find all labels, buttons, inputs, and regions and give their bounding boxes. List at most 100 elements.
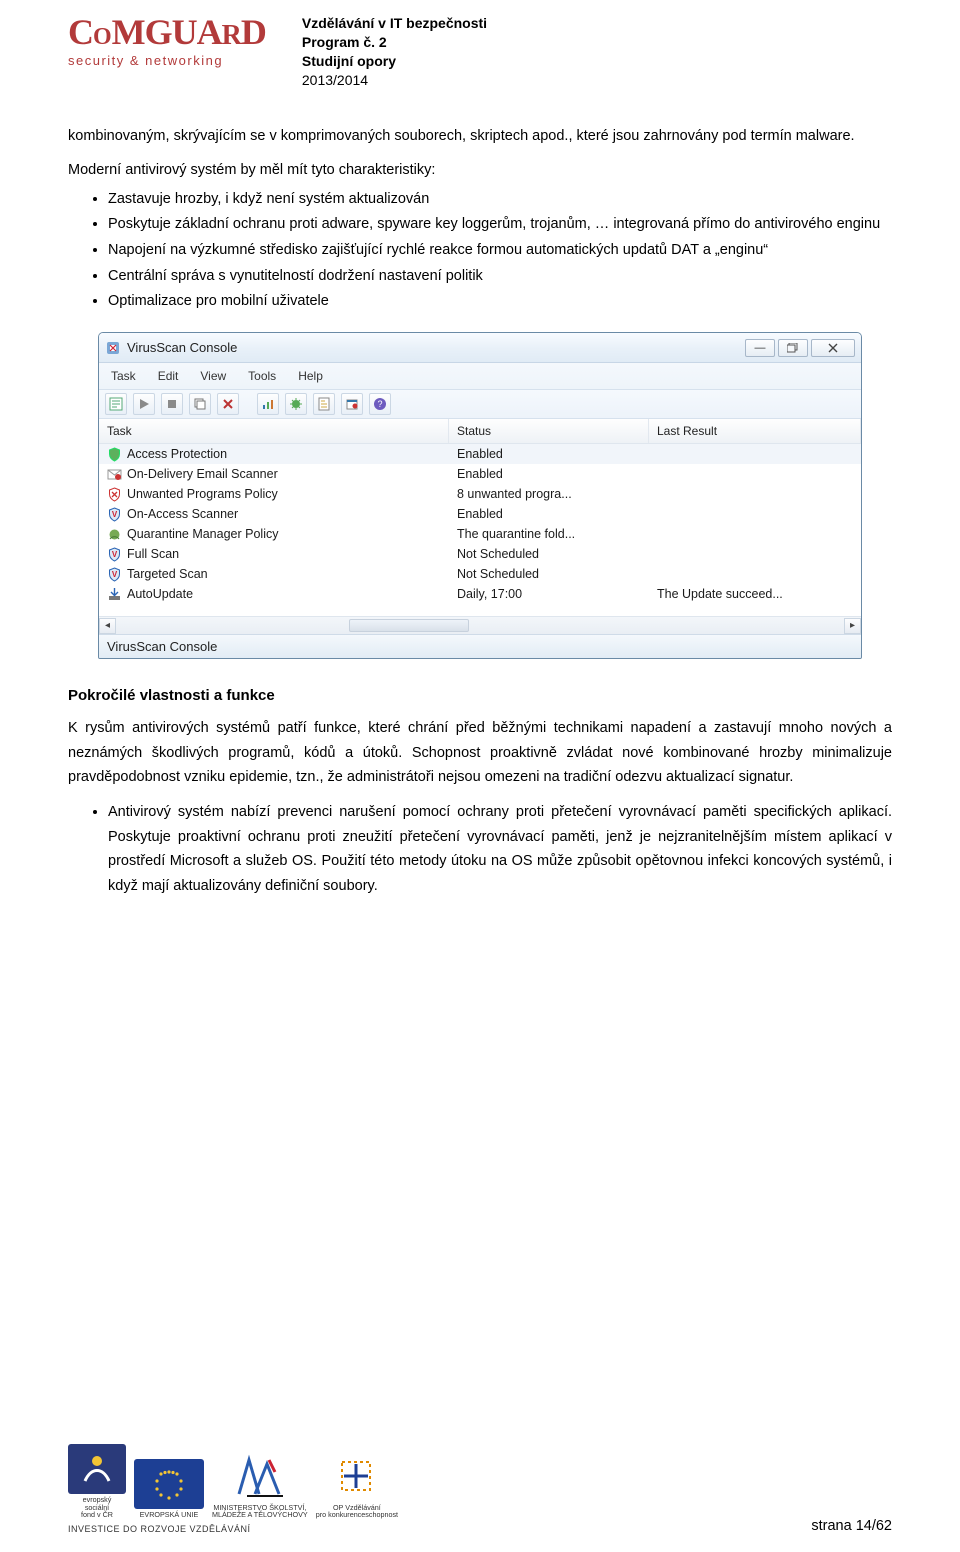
menu-help[interactable]: Help [296, 367, 325, 385]
shield-blue-v-icon: V [107, 547, 122, 562]
esf-logo: evropský sociální fond v ČR [68, 1444, 126, 1519]
column-task[interactable]: Task [99, 419, 449, 443]
scroll-right-arrow[interactable]: ▸ [844, 618, 861, 634]
menu-view[interactable]: View [198, 367, 228, 385]
log-icon[interactable] [313, 393, 335, 415]
list-item: Antivirový systém nabízí prevenci naruše… [108, 800, 892, 899]
sponsor-logos: evropský sociální fond v ČR EVROPSKÁ UNI… [68, 1444, 398, 1519]
task-status: The quarantine fold... [449, 527, 649, 541]
play-icon[interactable] [133, 393, 155, 415]
minimize-button[interactable]: — [745, 339, 775, 357]
task-status: Enabled [449, 447, 649, 461]
document-header: COMGUARD security & networking Vzděláván… [68, 14, 892, 90]
task-status: Not Scheduled [449, 567, 649, 581]
menu-edit[interactable]: Edit [156, 367, 181, 385]
feature-list: Zastavuje hrozby, i když není systém akt… [68, 187, 892, 314]
menu-tools[interactable]: Tools [246, 367, 278, 385]
listview-header[interactable]: Task Status Last Result [99, 419, 861, 444]
shield-blue-v-icon: V [107, 507, 122, 522]
task-name: On-Access Scanner [127, 507, 238, 521]
horizontal-scrollbar[interactable]: ◂ ▸ [99, 616, 861, 634]
task-listview: Task Status Last Result Access Protectio… [99, 419, 861, 634]
menubar[interactable]: Task Edit View Tools Help [99, 363, 861, 390]
virusscan-console-window: VirusScan Console — Task Edit View Tools Hel… [98, 332, 862, 659]
stop-icon[interactable] [161, 393, 183, 415]
table-row[interactable]: Access Protection Enabled [99, 444, 861, 464]
column-status[interactable]: Status [449, 419, 649, 443]
column-result[interactable]: Last Result [649, 419, 861, 443]
task-status: Enabled [449, 507, 649, 521]
stats-icon[interactable] [257, 393, 279, 415]
list-item: Poskytuje základní ochranu proti adware,… [108, 212, 892, 237]
document-meta: Vzdělávání v IT bezpečnosti Program č. 2… [302, 14, 487, 90]
task-name: Access Protection [127, 447, 227, 461]
svg-text:V: V [112, 550, 118, 559]
logo: COMGUARD security & networking [68, 14, 266, 90]
table-row[interactable]: On-Delivery Email Scanner Enabled [99, 464, 861, 484]
meta-year: 2013/2014 [302, 71, 487, 90]
msmt-logo: MINISTERSTVO ŠKOLSTVÍ, MLÁDEŽE A TĚLOVÝC… [212, 1452, 308, 1519]
shield-red-x-icon [107, 487, 122, 502]
scroll-left-arrow[interactable]: ◂ [99, 618, 116, 634]
scroll-thumb[interactable] [349, 619, 469, 632]
task-status: Enabled [449, 467, 649, 481]
toolbar: ? [99, 390, 861, 419]
lead-in: Moderní antivirový systém by měl mít tyt… [68, 158, 892, 183]
svg-text:V: V [112, 510, 118, 519]
task-name: Quarantine Manager Policy [127, 527, 278, 541]
task-status: Daily, 17:00 [449, 587, 649, 601]
section-heading: Pokročilé vlastnosti a funkce [68, 687, 892, 704]
quarantine-icon [107, 527, 122, 542]
list-item: Centrální správa s vynutitelností dodrže… [108, 264, 892, 289]
svg-text:?: ? [377, 399, 382, 409]
page-footer: evropský sociální fond v ČR EVROPSKÁ UNI… [68, 1444, 892, 1534]
restore-button[interactable] [778, 339, 808, 357]
task-status: 8 unwanted progra... [449, 487, 649, 501]
list-item: Optimalizace pro mobilní uživatele [108, 289, 892, 314]
task-name: On-Delivery Email Scanner [127, 467, 278, 481]
opvk-logo: OP Vzdělávání pro konkurenceschopnost [316, 1452, 398, 1519]
table-row[interactable]: Quarantine Manager Policy The quarantine … [99, 524, 861, 544]
help-icon[interactable]: ? [369, 393, 391, 415]
list-item: Napojení na výzkumné středisko zajišťují… [108, 238, 892, 263]
list-item: Zastavuje hrozby, i když není systém akt… [108, 187, 892, 212]
meta-title: Vzdělávání v IT bezpečnosti [302, 14, 487, 33]
window-title: VirusScan Console [127, 340, 237, 355]
logo-tagline: security & networking [68, 53, 266, 68]
body-paragraph-2: K rysům antivirových systémů patří funkc… [68, 716, 892, 790]
event-icon[interactable] [341, 393, 363, 415]
task-status: Not Scheduled [449, 547, 649, 561]
table-row[interactable]: V On-Access Scanner Enabled [99, 504, 861, 524]
task-result: The Update succeed... [649, 587, 861, 601]
titlebar: VirusScan Console — [99, 333, 861, 363]
properties-icon[interactable] [105, 393, 127, 415]
task-name: Targeted Scan [127, 567, 208, 581]
page-number: strana 14/62 [811, 1518, 892, 1534]
app-icon [105, 340, 121, 356]
copy-icon[interactable] [189, 393, 211, 415]
virus-list-icon[interactable] [285, 393, 307, 415]
task-name: AutoUpdate [127, 587, 193, 601]
table-row[interactable]: AutoUpdate Daily, 17:00The Update succeed… [99, 584, 861, 604]
eu-flag-logo: EVROPSKÁ UNIE [134, 1459, 204, 1519]
intro-paragraph: kombinovaným, skrývajícím se v komprimov… [68, 124, 892, 149]
task-name: Full Scan [127, 547, 179, 561]
update-icon [107, 587, 122, 602]
meta-program: Program č. 2 [302, 33, 487, 52]
advanced-list: Antivirový systém nabízí prevenci naruše… [68, 800, 892, 899]
statusbar: VirusScan Console [99, 634, 861, 658]
task-name: Unwanted Programs Policy [127, 487, 278, 501]
menu-task[interactable]: Task [109, 367, 138, 385]
close-button[interactable] [811, 339, 855, 357]
table-row[interactable]: V Full Scan Not Scheduled [99, 544, 861, 564]
listview-body[interactable]: Access ProtectionEnabledOn-Delivery Emai… [99, 444, 861, 616]
svg-text:V: V [112, 570, 118, 579]
meta-support: Studijní opory [302, 52, 487, 71]
shield-green-icon [107, 447, 122, 462]
table-row[interactable]: Unwanted Programs Policy 8 unwanted progr… [99, 484, 861, 504]
invest-line: INVESTICE DO ROZVOJE VZDĚLÁVÁNÍ [68, 1524, 398, 1534]
shield-blue-v-icon: V [107, 567, 122, 582]
mail-shield-icon [107, 467, 122, 482]
table-row[interactable]: V Targeted Scan Not Scheduled [99, 564, 861, 584]
delete-icon[interactable] [217, 393, 239, 415]
